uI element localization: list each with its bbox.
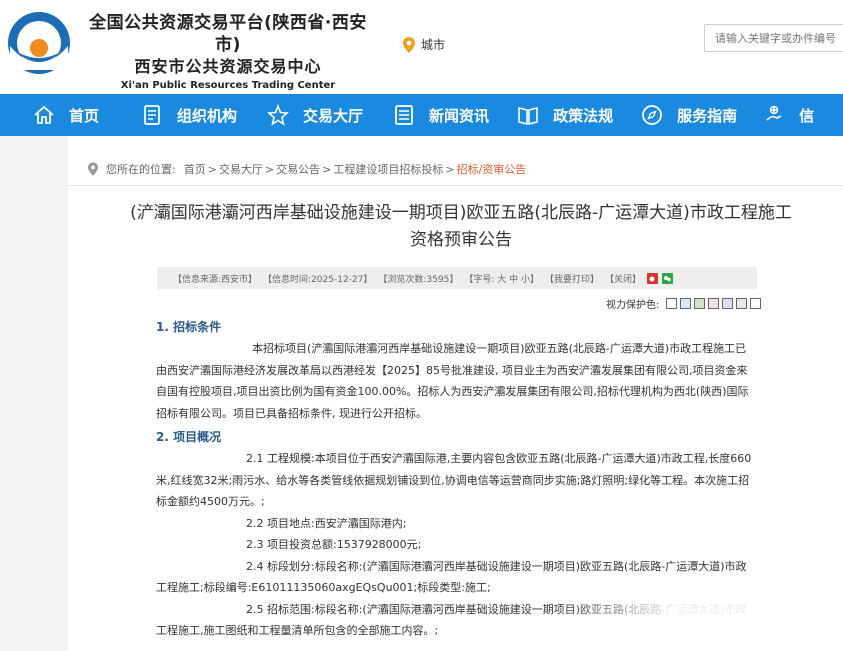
city-selector[interactable]: 城市 xyxy=(403,36,445,53)
section-paragraph: 2.1 工程规模:本项目位于西安浐灞国际港,主要内容包含欧亚五路(北辰路-广运潭… xyxy=(156,452,752,508)
print-link[interactable]: 【我要打印】 xyxy=(545,272,599,285)
nav-item-label: 政策法规 xyxy=(553,106,614,125)
nav-item-label: 首页 xyxy=(69,106,100,125)
home-icon xyxy=(34,105,54,124)
nav-item-info[interactable]: 信 xyxy=(763,94,814,136)
breadcrumb-separator: > xyxy=(322,162,332,176)
breadcrumb-separator: > xyxy=(445,162,455,176)
search-input[interactable] xyxy=(704,24,843,52)
eye-care-label: 视力保护色: xyxy=(606,300,660,311)
divider xyxy=(68,185,843,186)
eye-care-swatch-5[interactable] xyxy=(722,298,734,309)
list-icon xyxy=(395,105,413,125)
location-pin-icon xyxy=(88,162,98,176)
weibo-share-icon[interactable] xyxy=(646,272,658,284)
article-title: (浐灞国际港灞河西岸基础设施建设一期项目)欧亚五路(北辰路-广运潭大道)市政工程… xyxy=(86,200,836,254)
breadcrumb-item-trading-hall[interactable]: 交易大厅 xyxy=(219,161,263,177)
info-time: 【信息时间:2025-12-27】 xyxy=(263,274,373,285)
site-header: 全国公共资源交易平台(陕西省·西安市) 西安市公共资源交易中心 Xi'an Pu… xyxy=(0,0,843,94)
eye-care-swatch-4[interactable] xyxy=(708,298,720,309)
section-paragraph: 2.3 项目投资总额:1537928000元; xyxy=(246,538,422,551)
nav-item-home[interactable]: 首页 xyxy=(33,94,99,136)
nav-item-label: 服务指南 xyxy=(677,106,738,125)
breadcrumb-item-engineering[interactable]: 工程建设项目招标投标 xyxy=(333,161,443,177)
section-paragraph: 本招标项目(浐灞国际港灞河西岸基础设施建设一期项目)欧亚五路(北辰路-广运潭大道… xyxy=(156,342,749,420)
breadcrumb-item-current[interactable]: 招标/资审公告 xyxy=(457,161,527,177)
info-source: 【信息来源:西安市】 xyxy=(173,274,258,285)
bottom-fade-overlay xyxy=(560,590,843,651)
star-icon xyxy=(267,104,289,126)
breadcrumb: 您所在的位置: 首页 > 交易大厅 > 交易公告 > 工程建设项目招标投标 > … xyxy=(88,161,526,177)
site-title[interactable]: 全国公共资源交易平台(陕西省·西安市) 西安市公共资源交易中心 Xi'an Pu… xyxy=(78,12,378,94)
main-nav: 首页 组织机构 交易大厅 新闻资讯 政策法规 服务指南 信 xyxy=(0,94,843,136)
nav-item-label: 交易大厅 xyxy=(303,106,364,125)
close-link[interactable]: 【关闭】 xyxy=(605,272,641,285)
nav-item-organization[interactable]: 组织机构 xyxy=(141,94,237,136)
font-size-controls[interactable]: 【字号: 大 中 小】 xyxy=(464,272,539,285)
city-label: 城市 xyxy=(421,38,446,52)
eye-care-swatch-7[interactable] xyxy=(750,298,762,309)
document-icon xyxy=(144,105,160,125)
site-logo-icon[interactable] xyxy=(6,10,72,76)
location-pin-icon xyxy=(403,36,415,53)
eye-care-color-picker: 视力保护色: xyxy=(606,296,762,311)
breadcrumb-separator: > xyxy=(264,162,275,176)
breadcrumb-item-home[interactable]: 首页 xyxy=(184,161,206,177)
nav-item-trading-hall[interactable]: 交易大厅 xyxy=(267,94,363,136)
nav-item-label: 信 xyxy=(799,106,815,125)
eye-care-swatch-1[interactable] xyxy=(666,298,678,309)
article-info-bar: 【信息来源:西安市】 【信息时间:2025-12-27】 【浏览次数:3595】… xyxy=(157,267,757,289)
site-title-line2: 西安市公共资源交易中心 xyxy=(134,57,322,76)
info-views: 【浏览次数:3595】 xyxy=(378,274,459,285)
article-title-line2: 资格预审公告 xyxy=(410,230,512,250)
nav-item-policy[interactable]: 政策法规 xyxy=(517,94,613,136)
wechat-share-icon[interactable] xyxy=(661,272,673,284)
section-heading: 1. 招标条件 xyxy=(156,320,222,334)
breadcrumb-separator: > xyxy=(207,162,217,176)
section-paragraph: 2.2 项目地点:西安浐灞国际港内; xyxy=(246,516,407,530)
site-title-line1: 全国公共资源交易平台(陕西省·西安市) xyxy=(89,13,367,55)
eye-care-swatch-2[interactable] xyxy=(680,298,692,309)
nav-item-news[interactable]: 新闻资讯 xyxy=(393,94,489,136)
breadcrumb-item-announcements[interactable]: 交易公告 xyxy=(276,161,320,177)
section-heading: 2. 项目概况 xyxy=(156,430,222,444)
site-title-english: Xi'an Public Resources Trading Center xyxy=(120,80,336,91)
eye-care-swatch-6[interactable] xyxy=(736,298,748,309)
nav-item-label: 新闻资讯 xyxy=(429,106,490,125)
eye-care-swatch-3[interactable] xyxy=(694,298,706,309)
book-icon xyxy=(518,106,538,126)
nav-item-service-guide[interactable]: 服务指南 xyxy=(641,94,737,136)
compass-icon xyxy=(642,105,662,125)
hand-icon xyxy=(766,105,782,121)
nav-item-label: 组织机构 xyxy=(177,106,238,125)
article-title-line1: (浐灞国际港灞河西岸基础设施建设一期项目)欧亚五路(北辰路-广运潭大道)市政工程… xyxy=(130,203,792,223)
breadcrumb-prefix: 您所在的位置: xyxy=(106,163,176,176)
